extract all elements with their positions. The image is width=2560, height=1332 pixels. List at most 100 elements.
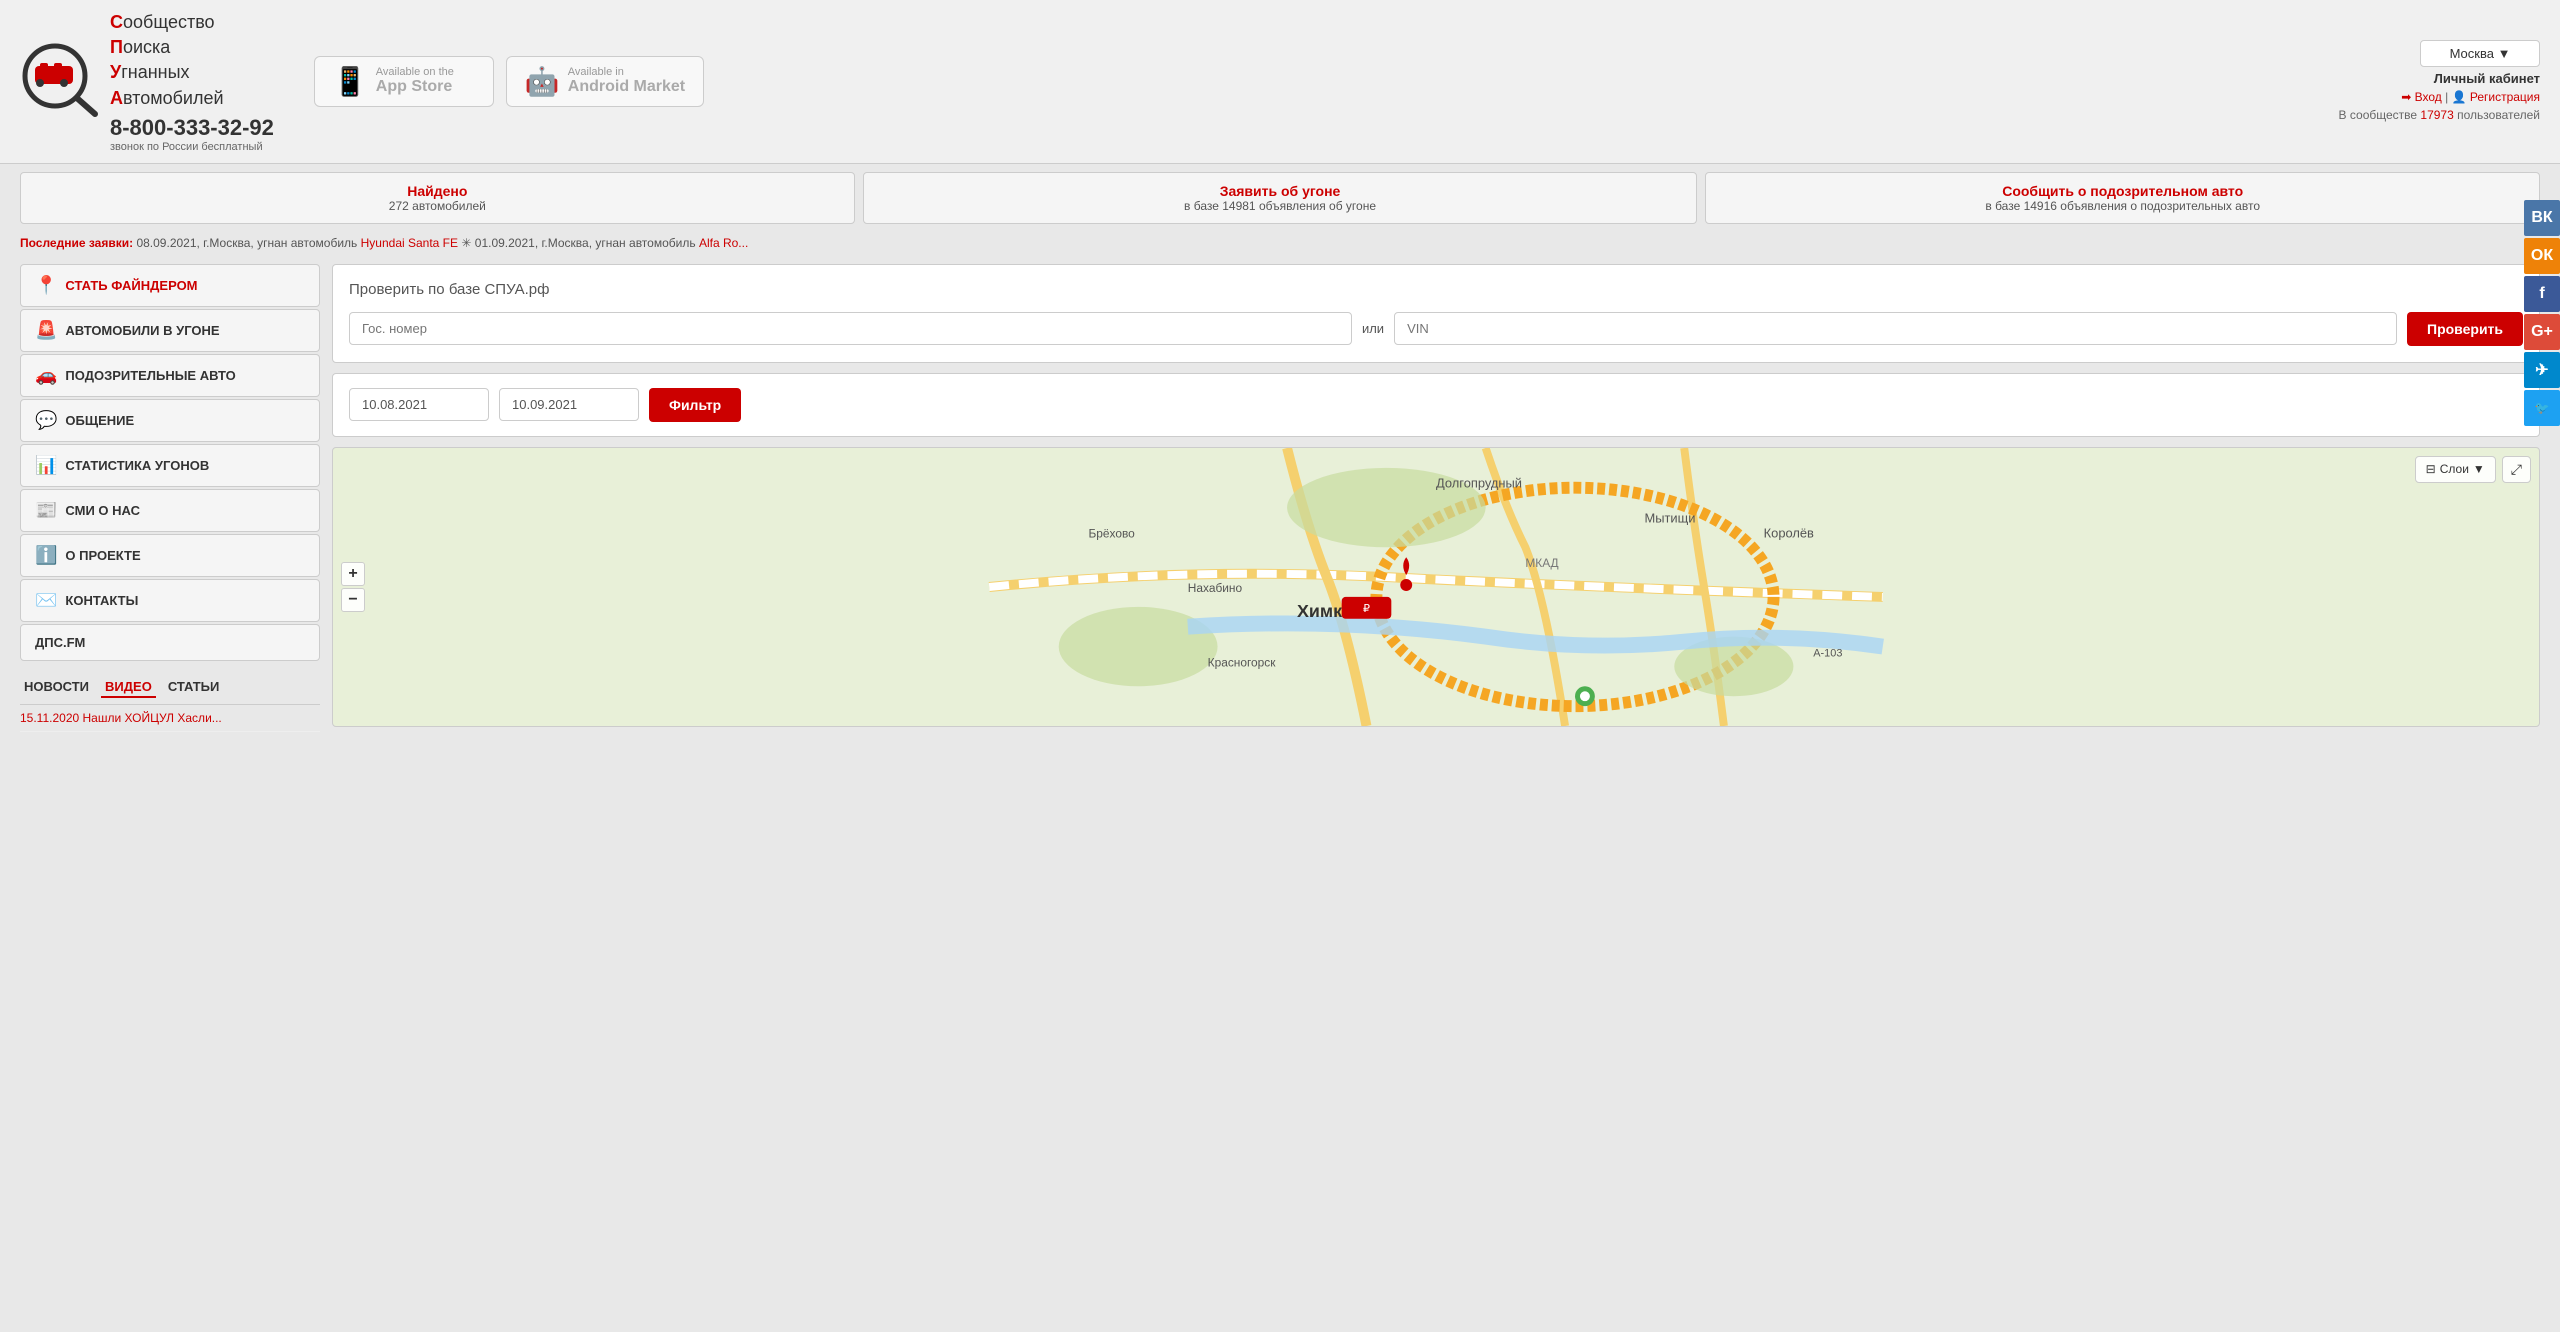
search-title: Проверить по базе СПУА.рф	[349, 281, 2523, 298]
sidebar-item-media[interactable]: 📰 СМИ О НАС	[20, 489, 320, 532]
sidebar-item-label-chat: ОБЩЕНИЕ	[65, 413, 134, 428]
login-link[interactable]: ➡ Вход	[2401, 90, 2442, 104]
stats-bar: Найдено 272 автомобилей Заявить об угоне…	[0, 164, 2560, 232]
media-icon: 📰	[35, 500, 57, 521]
twitter-button[interactable]: 🐦	[2524, 390, 2560, 426]
found-title: Найдено	[41, 183, 834, 199]
sidebar-item-chat[interactable]: 💬 ОБЩЕНИЕ	[20, 399, 320, 442]
search-box: Проверить по базе СПУА.рф или Проверить	[332, 264, 2540, 363]
login-register: ➡ Вход | 👤 Регистрация	[2401, 90, 2540, 104]
suspicious-stat[interactable]: Сообщить о подозрительном авто в базе 14…	[1705, 172, 2540, 224]
android-text: Available in Android Market	[568, 66, 685, 96]
android-market-button[interactable]: 🤖 Available in Android Market	[506, 56, 704, 107]
sidebar-item-about[interactable]: ℹ️ О ПРОЕКТЕ	[20, 534, 320, 577]
svg-text:Мытищи: Мытищи	[1645, 510, 1696, 525]
about-icon: ℹ️	[35, 545, 57, 566]
chat-icon: 💬	[35, 410, 57, 431]
gplus-icon: G+	[2531, 323, 2553, 341]
phone-area: 8-800-333-32-92 звонок по России бесплат…	[110, 115, 274, 153]
phone-icon: 📱	[333, 65, 368, 98]
sidebar-item-label-about: О ПРОЕКТЕ	[65, 548, 140, 563]
plate-input[interactable]	[349, 312, 1352, 345]
report-sub: в базе 14981 объявления об угоне	[884, 199, 1677, 213]
map-svg: Брёхово Долгопрудный Мытищи Королёв Наха…	[333, 448, 2539, 726]
sidebar-item-label-media: СМИ О НАС	[65, 503, 140, 518]
logo-icon	[20, 41, 100, 121]
sidebar-item-stolen[interactable]: 🚨 АВТОМОБИЛИ В УГОНЕ	[20, 309, 320, 352]
personal-area-label: Личный кабинет	[2434, 71, 2540, 86]
community-count: В сообществе 17973 пользователей	[2339, 108, 2540, 122]
svg-text:₽: ₽	[1363, 603, 1370, 615]
sidebar: 📍 СТАТЬ ФАЙНДЕРОМ 🚨 АВТОМОБИЛИ В УГОНЕ 🚗…	[20, 264, 320, 732]
layers-label: Слои	[2440, 462, 2469, 476]
sidebar-item-finder[interactable]: 📍 СТАТЬ ФАЙНДЕРОМ	[20, 264, 320, 307]
ok-icon: ОК	[2531, 247, 2553, 265]
register-link[interactable]: 👤 Регистрация	[2452, 90, 2540, 104]
app-buttons: 📱 Available on the App Store 🤖 Available…	[314, 56, 704, 107]
date-to-input[interactable]	[499, 388, 639, 421]
svg-text:Нахабино: Нахабино	[1188, 581, 1243, 595]
android-icon: 🤖	[525, 65, 560, 98]
map-container[interactable]: Брёхово Долгопрудный Мытищи Королёв Наха…	[332, 447, 2540, 727]
ticker-car2[interactable]: Alfa Ro...	[699, 236, 748, 250]
fb-button[interactable]: f	[2524, 276, 2560, 312]
found-stat[interactable]: Найдено 272 автомобилей	[20, 172, 855, 224]
sidebar-item-stats[interactable]: 📊 СТАТИСТИКА УГОНОВ	[20, 444, 320, 487]
app-store-button[interactable]: 📱 Available on the App Store	[314, 56, 494, 107]
stolen-icon: 🚨	[35, 320, 57, 341]
logo-area: Сообщество Поиска Угнанных Автомобилей 8…	[20, 10, 274, 153]
zoom-in-button[interactable]: +	[341, 562, 365, 586]
main-content: Проверить по базе СПУА.рф или Проверить …	[332, 264, 2540, 732]
filter-row: Фильтр	[349, 388, 2523, 422]
gplus-button[interactable]: G+	[2524, 314, 2560, 350]
ticker-sep: ✳	[461, 236, 471, 250]
sidebar-item-suspicious[interactable]: 🚗 ПОДОЗРИТЕЛЬНЫЕ АВТО	[20, 354, 320, 397]
social-sidebar: ВК ОК f G+ ✈ 🐦	[2524, 200, 2560, 426]
zoom-out-button[interactable]: −	[341, 588, 365, 612]
suspicious-sub: в базе 14916 объявления о подозрительных…	[1726, 199, 2519, 213]
news-tabs: НОВОСТИ ВИДЕО СТАТЬИ	[20, 671, 320, 705]
tab-video[interactable]: ВИДЕО	[101, 677, 156, 698]
tab-articles[interactable]: СТАТЬИ	[164, 677, 224, 698]
sidebar-item-contacts[interactable]: ✉️ КОНТАКТЫ	[20, 579, 320, 622]
or-label: или	[1362, 321, 1384, 336]
phone-note: звонок по России бесплатный	[110, 141, 274, 153]
sidebar-menu: 📍 СТАТЬ ФАЙНДЕРОМ 🚨 АВТОМОБИЛИ В УГОНЕ 🚗…	[20, 264, 320, 661]
phone-number: 8-800-333-32-92	[110, 115, 274, 141]
main-layout: 📍 СТАТЬ ФАЙНДЕРОМ 🚨 АВТОМОБИЛИ В УГОНЕ 🚗…	[0, 254, 2560, 742]
app-store-text: Available on the App Store	[376, 66, 454, 96]
check-button[interactable]: Проверить	[2407, 312, 2523, 346]
twitter-icon: 🐦	[2535, 401, 2550, 415]
vk-icon: ВК	[2531, 209, 2552, 227]
ticker-car1[interactable]: Hyundai Santa FE	[361, 236, 458, 250]
header: Сообщество Поиска Угнанных Автомобилей 8…	[0, 0, 2560, 164]
vk-button[interactable]: ВК	[2524, 200, 2560, 236]
svg-text:Красногорск: Красногорск	[1208, 655, 1277, 669]
svg-text:А-103: А-103	[1813, 647, 1842, 659]
date-from-input[interactable]	[349, 388, 489, 421]
vin-input[interactable]	[1394, 312, 2397, 345]
suspicious-title: Сообщить о подозрительном авто	[1726, 183, 2519, 199]
ticker-text2: 01.09.2021, г.Москва, угнан автомобиль	[475, 236, 696, 250]
suspicious-icon: 🚗	[35, 365, 57, 386]
sidebar-item-label-dps: ДПС.FM	[35, 635, 85, 650]
brand-text: Сообщество Поиска Угнанных Автомобилей 8…	[110, 10, 274, 153]
filter-button[interactable]: Фильтр	[649, 388, 741, 422]
ok-button[interactable]: ОК	[2524, 238, 2560, 274]
ticker-text1: 08.09.2021, г.Москва, угнан автомобиль	[136, 236, 357, 250]
expand-button[interactable]: ⤢	[2502, 456, 2531, 483]
city-selector[interactable]: Москва ▼	[2420, 40, 2540, 67]
logo-text: Сообщество Поиска Угнанных Автомобилей	[110, 10, 274, 111]
tab-news[interactable]: НОВОСТИ	[20, 677, 93, 698]
ticker: Последние заявки: 08.09.2021, г.Москва, …	[0, 232, 2560, 254]
fb-icon: f	[2539, 285, 2544, 303]
contacts-icon: ✉️	[35, 590, 57, 611]
sidebar-item-label-contacts: КОНТАКТЫ	[65, 593, 138, 608]
telegram-button[interactable]: ✈	[2524, 352, 2560, 388]
layers-button[interactable]: ⊟ Слои ▼	[2415, 456, 2496, 483]
map-zoom-controls: + −	[341, 562, 365, 612]
sidebar-item-dps[interactable]: ДПС.FM	[20, 624, 320, 661]
news-item[interactable]: 15.11.2020 Нашли ХОЙЦУЛ Хасли...	[20, 705, 320, 732]
report-theft-stat[interactable]: Заявить об угоне в базе 14981 объявления…	[863, 172, 1698, 224]
report-title: Заявить об угоне	[884, 183, 1677, 199]
